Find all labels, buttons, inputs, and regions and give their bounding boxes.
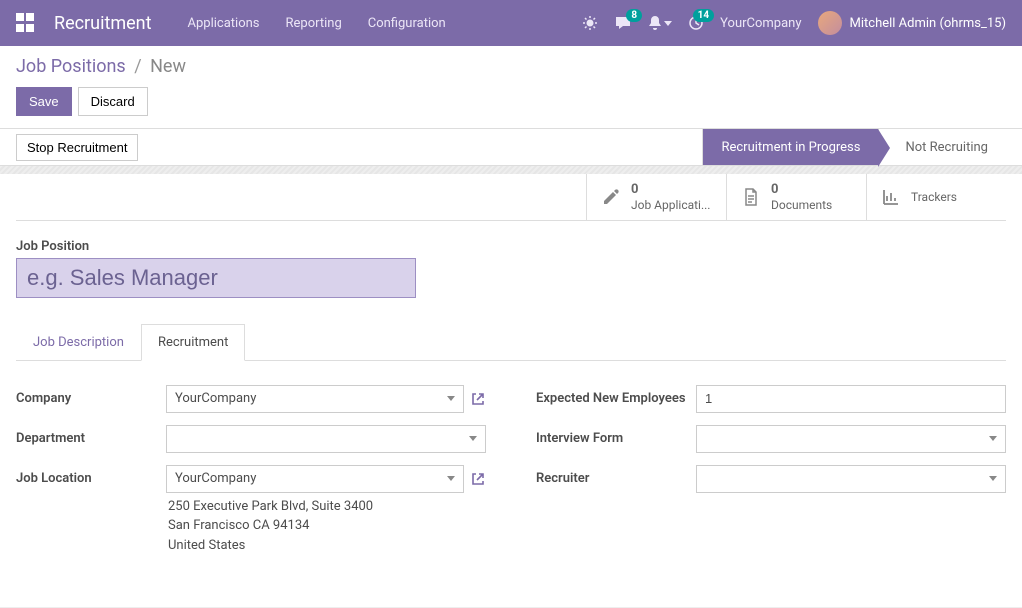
breadcrumb-parent[interactable]: Job Positions [16,56,126,77]
user-menu[interactable]: Mitchell Admin (ohrms_15) [818,11,1007,35]
status-bar: Stop Recruitment Recruitment in Progress… [0,128,1022,166]
tab-recruitment[interactable]: Recruitment [141,324,245,361]
stage-not-recruiting[interactable]: Not Recruiting [878,129,1006,165]
interview-label: Interview Form [536,425,696,446]
chevron-down-icon [989,476,997,481]
company-value: YourCompany [175,391,256,406]
address-block: 250 Executive Park Blvd, Suite 3400 San … [166,497,486,556]
department-label: Department [16,425,166,446]
recruiter-label: Recruiter [536,465,696,486]
document-icon [741,187,761,207]
stat-row: 0 Job Applicati... 0 Documents Trackers [16,174,1006,221]
chevron-down-icon [989,436,997,441]
breadcrumb: Job Positions / New [16,56,1006,77]
external-link-icon[interactable] [470,391,486,407]
stat-documents[interactable]: 0 Documents [726,174,866,220]
chevron-down-icon [447,476,455,481]
action-buttons: Save Discard [16,87,1006,116]
form-left-column: Company YourCompany Department [16,385,486,568]
nav-menu-reporting[interactable]: Reporting [282,10,346,37]
status-stages: Recruitment in Progress Not Recruiting [702,129,1006,165]
debug-icon[interactable] [582,15,598,31]
tab-job-description[interactable]: Job Description [16,324,141,361]
stat-count: 0 [631,182,710,198]
department-row: Department [16,425,486,453]
external-link-icon[interactable] [470,471,486,487]
stat-label: Job Applicati... [631,198,710,212]
address-line2: San Francisco CA 94134 [168,516,486,536]
stage-recruitment-in-progress[interactable]: Recruitment in Progress [702,129,878,165]
breadcrumb-separator: / [134,56,141,77]
messages-badge: 8 [626,9,642,22]
job-location-label: Job Location [16,465,166,486]
control-panel: Job Positions / New Save Discard [0,46,1022,116]
job-position-input[interactable] [16,258,416,298]
tabs: Job Description Recruitment [16,324,1006,361]
avatar [818,11,842,35]
stat-text: 0 Job Applicati... [631,182,710,212]
sheet-background-strip [0,166,1022,174]
department-select[interactable] [166,425,486,453]
chevron-down-icon [447,396,455,401]
stat-label: Trackers [911,190,957,204]
job-position-label: Job Position [16,239,1006,254]
company-row: Company YourCompany [16,385,486,413]
save-button[interactable]: Save [16,87,72,116]
chart-icon [881,187,901,207]
expected-row: Expected New Employees [536,385,1006,413]
stat-label: Documents [771,198,832,212]
form-right-column: Expected New Employees Interview Form Re… [536,385,1006,568]
user-name: Mitchell Admin (ohrms_15) [850,16,1007,31]
interview-row: Interview Form [536,425,1006,453]
job-location-select[interactable]: YourCompany [166,465,464,493]
recruiter-row: Recruiter [536,465,1006,493]
nav-right: 8 14 YourCompany Mitchell Admin (ohrms_1… [582,11,1006,35]
breadcrumb-current: New [150,56,186,77]
messages-icon[interactable]: 8 [614,15,632,31]
job-location-row: Job Location YourCompany 250 Executive P… [16,465,486,556]
company-switcher[interactable]: YourCompany [720,16,801,31]
interview-select[interactable] [696,425,1006,453]
expected-label: Expected New Employees [536,385,696,406]
stat-applications[interactable]: 0 Job Applicati... [586,174,726,220]
nav-left: Recruitment Applications Reporting Confi… [16,10,450,37]
stat-text: Trackers [911,190,957,204]
form-body: Company YourCompany Department [16,361,1006,568]
stop-recruitment-button[interactable]: Stop Recruitment [16,134,138,161]
company-select[interactable]: YourCompany [166,385,464,413]
company-label: Company [16,385,166,406]
chevron-down-icon [469,436,477,441]
activities-badge: 14 [693,9,714,22]
address-line1: 250 Executive Park Blvd, Suite 3400 [168,497,486,517]
top-navbar: Recruitment Applications Reporting Confi… [0,0,1022,46]
stat-trackers[interactable]: Trackers [866,174,1006,220]
apps-icon[interactable] [16,13,36,33]
recruiter-select[interactable] [696,465,1006,493]
stat-count: 0 [771,182,832,198]
nav-menu-configuration[interactable]: Configuration [364,10,450,37]
nav-menu-applications[interactable]: Applications [184,10,264,37]
activities-icon[interactable]: 14 [688,15,704,31]
address-country: United States [168,536,486,556]
job-location-value: YourCompany [175,471,256,486]
brand-title[interactable]: Recruitment [54,13,152,34]
notifications-icon[interactable] [648,15,672,31]
discard-button[interactable]: Discard [78,87,148,116]
stat-text: 0 Documents [771,182,832,212]
expected-input[interactable] [696,385,1006,413]
pencil-icon [601,187,621,207]
form-sheet: 0 Job Applicati... 0 Documents Trackers … [0,174,1022,608]
chevron-down-icon [664,21,672,26]
